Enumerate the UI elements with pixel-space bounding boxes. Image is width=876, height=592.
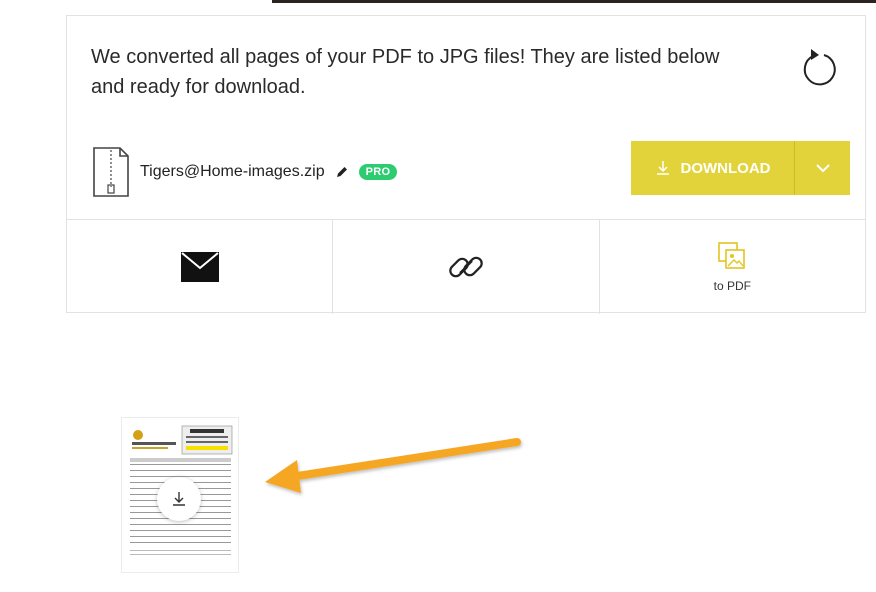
convert-to-pdf-action[interactable]: to PDF bbox=[600, 220, 865, 314]
zip-file-icon bbox=[93, 147, 129, 197]
conversion-message: We converted all pages of your PDF to JP… bbox=[91, 46, 720, 98]
restart-icon[interactable] bbox=[799, 44, 839, 88]
envelope-icon bbox=[180, 252, 219, 282]
email-action[interactable] bbox=[67, 220, 334, 314]
download-button-group: DOWNLOAD bbox=[631, 141, 850, 195]
chevron-down-icon bbox=[815, 164, 830, 173]
download-button[interactable]: DOWNLOAD bbox=[631, 141, 794, 195]
share-link-action[interactable] bbox=[333, 220, 600, 314]
annotation-arrow bbox=[265, 438, 521, 493]
download-label: DOWNLOAD bbox=[680, 159, 771, 177]
share-actions-row: to PDF bbox=[67, 219, 865, 314]
page-download-button[interactable] bbox=[157, 477, 201, 521]
download-options-toggle[interactable] bbox=[795, 141, 850, 195]
file-name: Tigers@Home-images.zip bbox=[140, 163, 325, 180]
output-file-row: Tigers@Home-images.zip PRO bbox=[91, 145, 398, 199]
download-icon bbox=[656, 161, 669, 175]
conversion-result-card: We converted all pages of your PDF to JP… bbox=[66, 15, 866, 314]
link-icon bbox=[449, 256, 483, 278]
download-icon bbox=[173, 492, 185, 506]
images-icon bbox=[718, 242, 746, 269]
top-image-strip bbox=[272, 0, 876, 3]
pro-badge: PRO bbox=[358, 164, 398, 180]
pencil-icon[interactable] bbox=[335, 165, 349, 179]
to-pdf-label: to PDF bbox=[713, 279, 751, 293]
